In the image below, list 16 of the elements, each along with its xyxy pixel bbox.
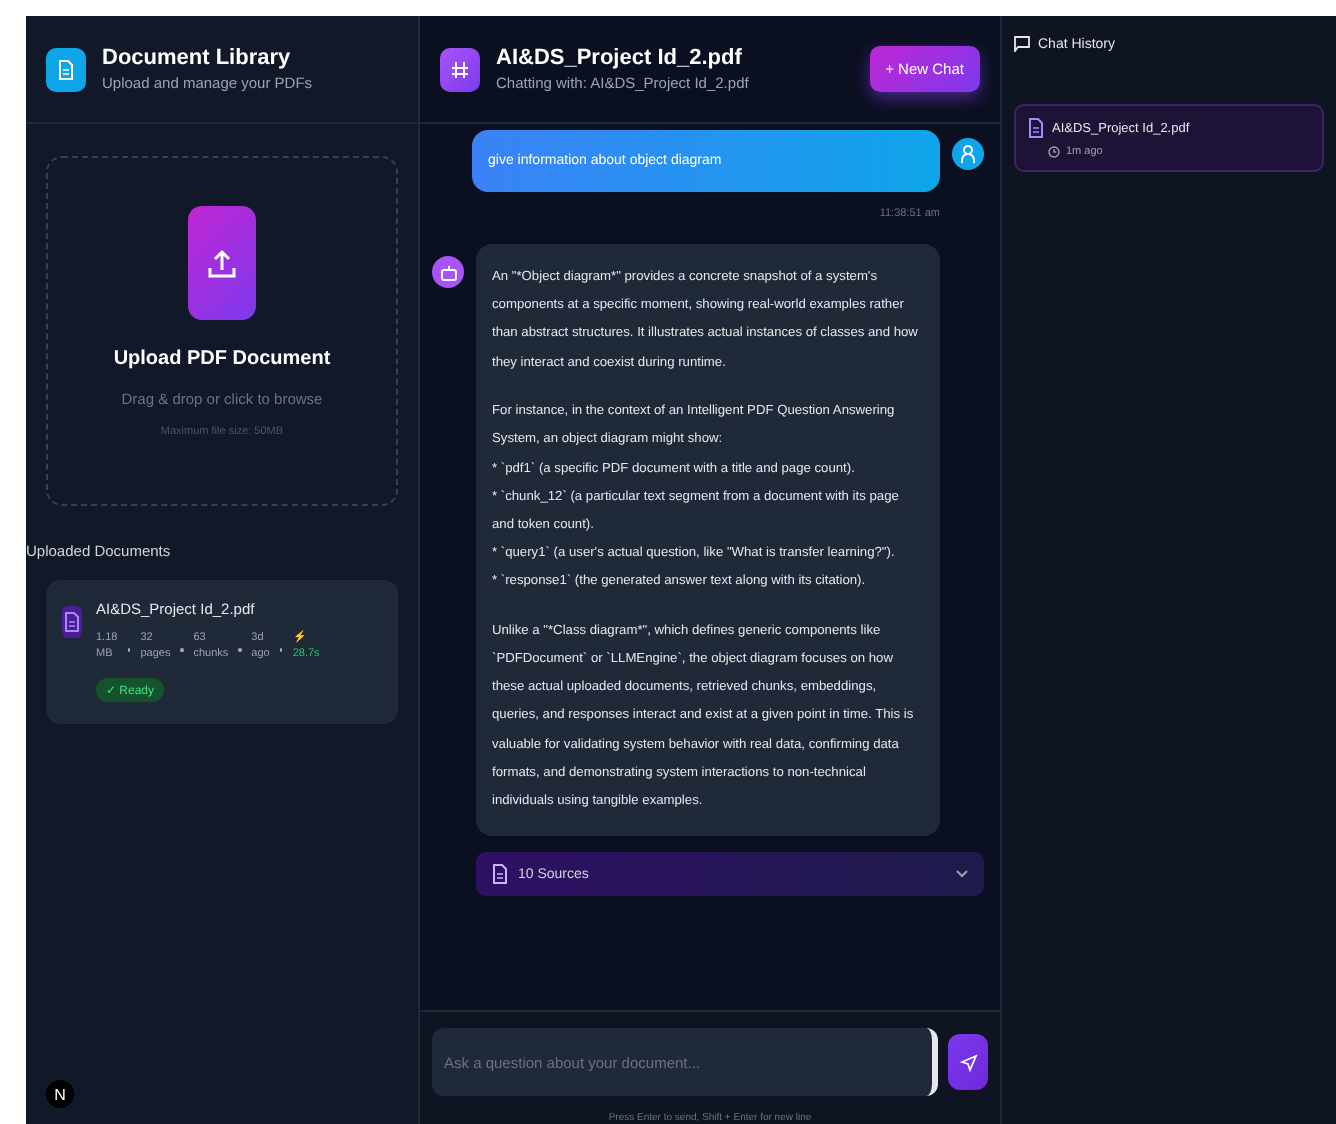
document-glyph-icon bbox=[64, 612, 80, 632]
send-button[interactable] bbox=[948, 1034, 988, 1090]
clock-icon bbox=[1048, 146, 1060, 158]
upload-title: Upload PDF Document bbox=[113, 348, 331, 370]
panel-title: Document Library bbox=[102, 46, 293, 70]
upload-icon bbox=[188, 206, 256, 320]
document-icon bbox=[1028, 118, 1044, 138]
chat-bubble-icon bbox=[1014, 36, 1030, 52]
send-icon bbox=[959, 1053, 977, 1071]
user-avatar[interactable]: N bbox=[46, 1080, 74, 1108]
document-glyph-icon bbox=[58, 59, 74, 79]
document-icon bbox=[492, 864, 508, 885]
chevron-icon bbox=[956, 870, 968, 879]
user-icon bbox=[952, 138, 984, 170]
chat-title: AI&DS_Project Id_2.pdf bbox=[496, 46, 744, 70]
bot-icon bbox=[432, 256, 464, 288]
